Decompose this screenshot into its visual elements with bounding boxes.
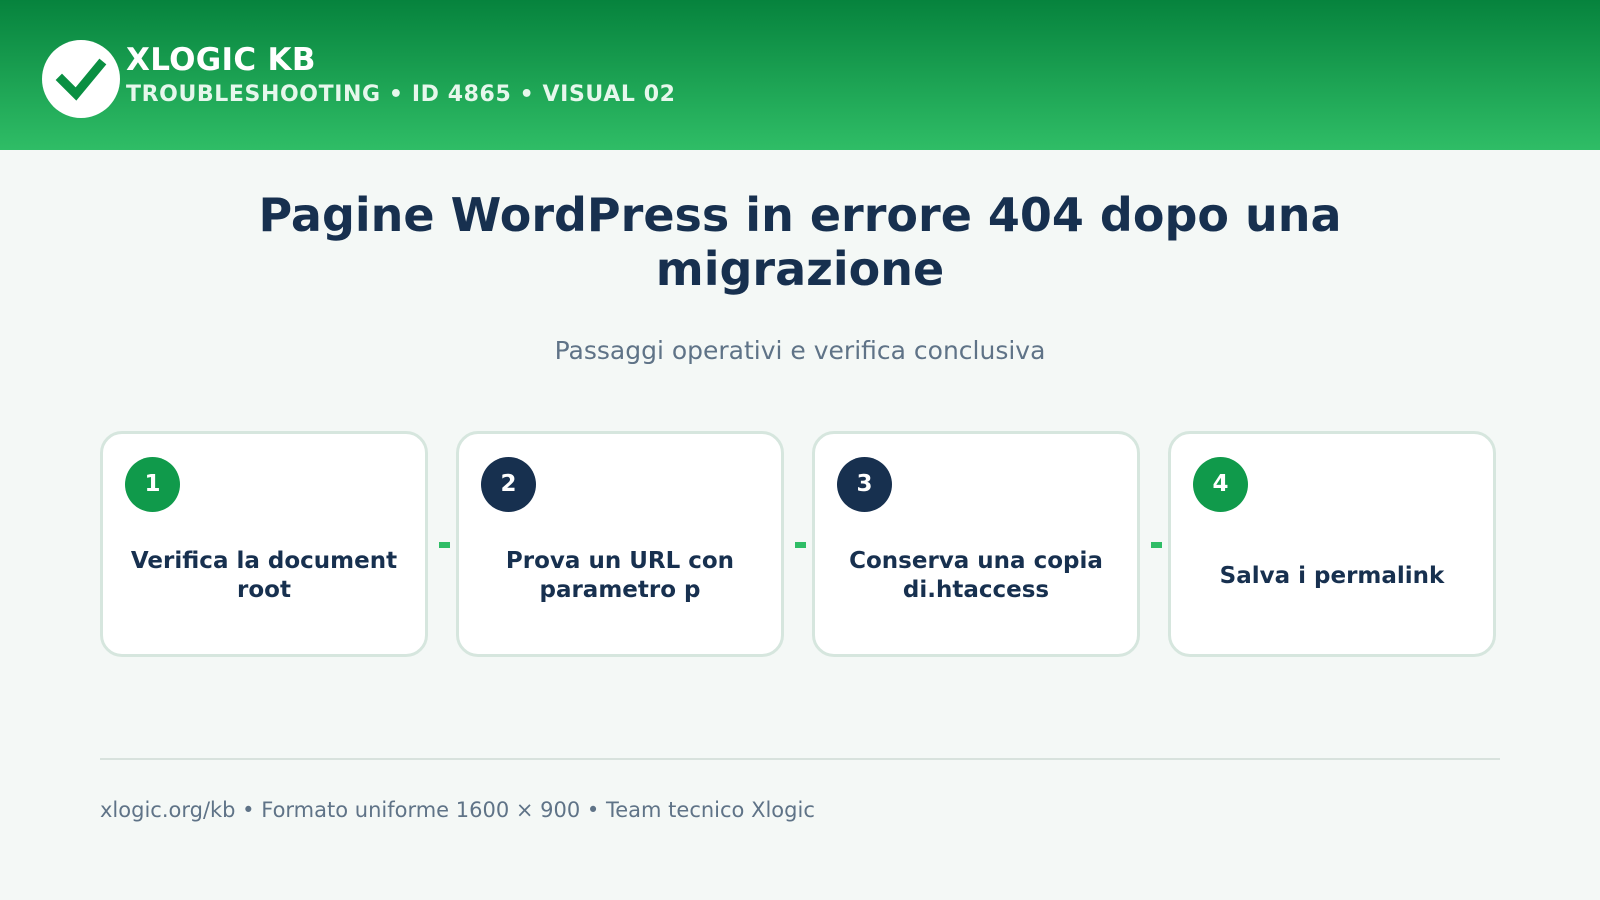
- check-circle-icon: [42, 40, 120, 118]
- step-card-1: 1 Verifica la document root: [100, 431, 428, 657]
- step-label: Conserva una copia di.htaccess: [849, 548, 1103, 603]
- header-banner: XLOGIC KB TROUBLESHOOTING • ID 4865 • VI…: [0, 0, 1600, 150]
- step-card-4: 4 Salva i permalink: [1168, 431, 1496, 657]
- step-connector: [439, 542, 450, 548]
- step-card-2: 2 Prova un URL con parametro p: [456, 431, 784, 657]
- step-label: Salva i permalink: [1219, 562, 1445, 589]
- page-title: Pagine WordPress in errore 404 dopo una …: [258, 188, 1342, 296]
- step-connector: [795, 542, 806, 548]
- footer-divider: [100, 758, 1500, 760]
- step-number-badge: 4: [1193, 457, 1248, 512]
- step-number-badge: 3: [837, 457, 892, 512]
- step-label: Prova un URL con parametro p: [505, 548, 735, 603]
- brand-name: XLOGIC KB: [126, 42, 316, 78]
- step-number-badge: 1: [125, 457, 180, 512]
- step-connector: [1151, 542, 1162, 548]
- step-label: Verifica la document root: [130, 548, 398, 603]
- article-meta: TROUBLESHOOTING • ID 4865 • VISUAL 02: [126, 82, 676, 107]
- step-card-3: 3 Conserva una copia di.htaccess: [812, 431, 1140, 657]
- footer-text: xlogic.org/kb • Formato uniforme 1600 × …: [100, 798, 815, 822]
- step-number-badge: 2: [481, 457, 536, 512]
- page-subtitle: Passaggi operativi e verifica conclusiva: [554, 336, 1046, 365]
